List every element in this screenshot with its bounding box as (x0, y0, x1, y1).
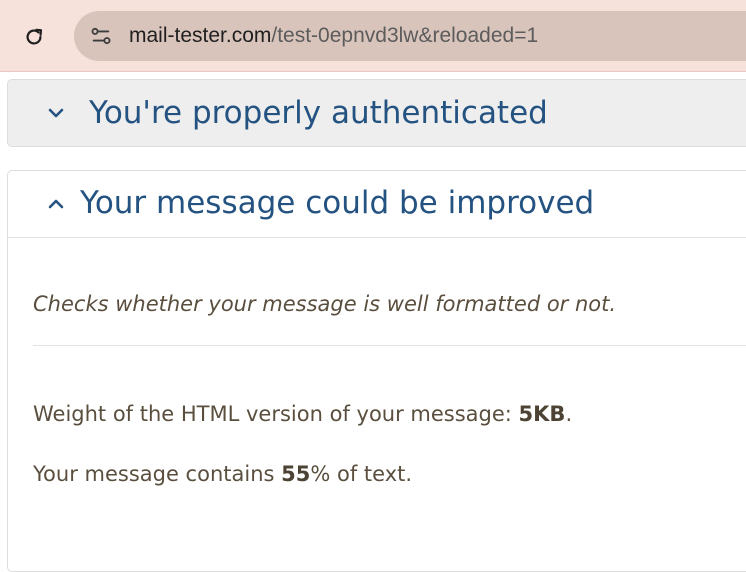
divider (33, 345, 746, 346)
authenticated-panel-title[interactable]: You're properly authenticated (89, 93, 548, 133)
improved-panel: Your message could be improved Checks wh… (7, 170, 746, 572)
url-host: mail-tester.com (129, 24, 272, 47)
browser-toolbar: mail-tester.com/test-0epnvd3lw&reloaded=… (0, 0, 746, 72)
url-path: /test-0epnvd3lw&reloaded=1 (271, 24, 539, 47)
reload-button[interactable] (20, 23, 48, 51)
improved-panel-title[interactable]: Your message could be improved (80, 183, 594, 223)
text-ratio-suffix: % of text. (310, 462, 413, 486)
site-settings-icon (91, 27, 111, 45)
address-bar[interactable]: mail-tester.com/test-0epnvd3lw&reloaded=… (74, 11, 746, 61)
authenticated-panel-header[interactable]: You're properly authenticated (7, 79, 746, 147)
site-info-button[interactable] (86, 21, 116, 51)
chevron-down-icon (46, 103, 66, 123)
text-ratio-text: Your message contains 55% of text. (33, 461, 412, 487)
text-ratio-value: 55 (281, 462, 311, 486)
chevron-up-icon (46, 194, 66, 214)
check-description: Checks whether your message is well form… (33, 292, 617, 316)
url-text[interactable]: mail-tester.com/test-0epnvd3lw&reloaded=… (129, 23, 538, 49)
text-ratio-label: Your message contains (33, 462, 282, 486)
improved-panel-header[interactable]: Your message could be improved (8, 171, 746, 238)
html-weight-suffix: . (565, 402, 573, 426)
html-weight-text: Weight of the HTML version of your messa… (33, 401, 572, 427)
html-weight-label: Weight of the HTML version of your messa… (33, 402, 519, 426)
html-weight-value: 5KB (518, 402, 566, 426)
reload-icon (26, 28, 43, 45)
